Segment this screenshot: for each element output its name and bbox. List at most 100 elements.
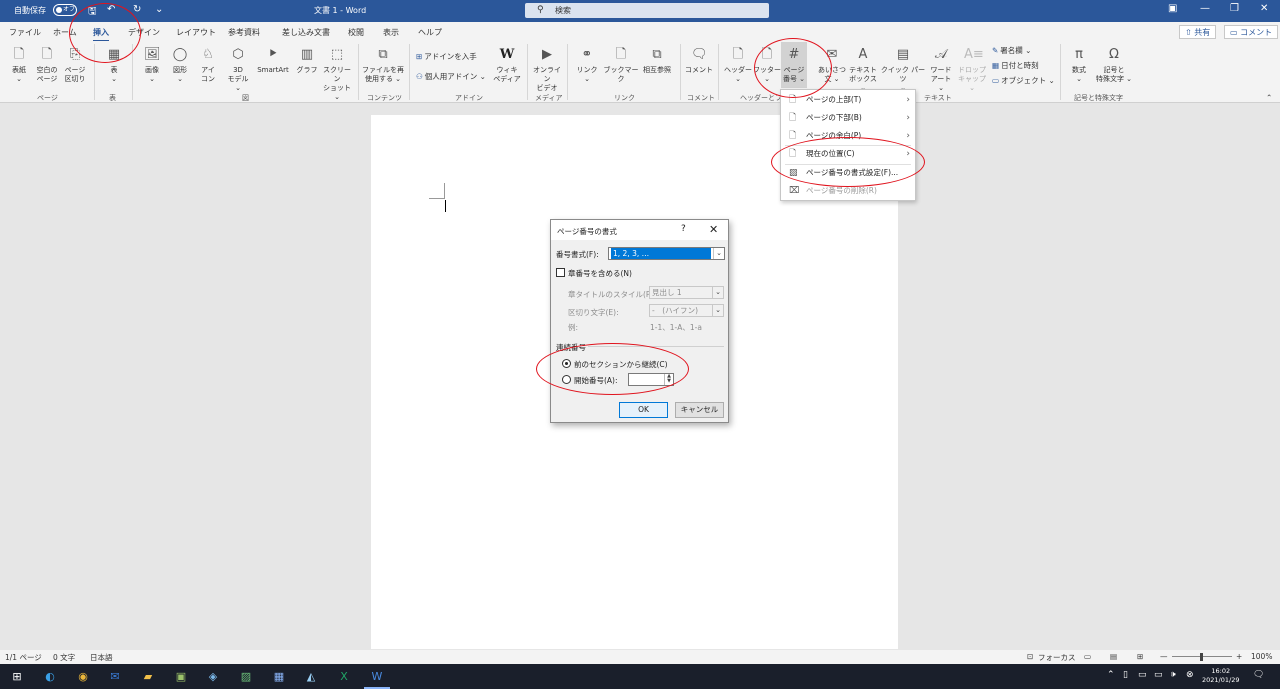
app-icon[interactable]: ◭ (302, 668, 320, 685)
cover-page-button[interactable]: 🗋 表紙 ⌄ (8, 46, 30, 84)
my-addins-button[interactable]: ⚇ 個人用アドイン ⌄ (416, 71, 486, 82)
date-time-button[interactable]: ▦ 日付と時刻 (992, 60, 1039, 71)
menu-item-bottom-of-page[interactable]: 🗋 ページの下部(B) › (781, 109, 915, 127)
greeting-button[interactable]: ✉ あいさつ 文 ⌄ (817, 46, 847, 84)
web-layout-icon[interactable]: ⊞ (1137, 652, 1143, 661)
3d-models-button[interactable]: ⬡ 3D モデル ⌄ (224, 46, 252, 93)
read-mode-icon[interactable]: ▭ (1084, 652, 1091, 661)
tab-help[interactable]: ヘルプ (418, 27, 442, 38)
app-icon[interactable]: ▣ (172, 668, 190, 685)
reuse-files-button[interactable]: ⧉ ファイルを再 使用する ⌄ (361, 46, 405, 84)
continue-radio[interactable] (562, 359, 571, 368)
clock[interactable]: 16:02 2021/01/29 (1202, 667, 1239, 685)
menu-item-format-page-numbers[interactable]: ▨ ページ番号の書式設定(F)... (781, 164, 915, 182)
chrome-icon[interactable]: ◉ (74, 668, 92, 685)
app-icon[interactable]: ▨ (237, 668, 255, 685)
smartart-button[interactable]: ⯈ SmartArt (253, 46, 293, 75)
zoom-out-icon[interactable]: — (1160, 652, 1168, 661)
share-button[interactable]: ⇧ 共有 (1179, 25, 1217, 39)
help-button[interactable]: ? (681, 224, 686, 234)
start-at-spinner[interactable]: ▲ ▼ (628, 373, 674, 386)
blank-page-button[interactable]: 🗋 空白の ページ (34, 46, 60, 84)
tab-view[interactable]: 表示 (383, 27, 399, 38)
symbol-button[interactable]: Ω 記号と 特殊文字 ⌄ (1094, 46, 1134, 84)
word-count[interactable]: 0 文字 (53, 652, 75, 663)
edge-icon[interactable]: ◐ (41, 668, 59, 685)
close-icon[interactable]: ✕ (1260, 3, 1268, 14)
menu-item-page-margins[interactable]: 🗋 ページの余白(P) › (781, 127, 915, 145)
file-explorer-icon[interactable]: ▰ (139, 668, 157, 685)
cross-reference-button[interactable]: ⧉ 相互参照 (640, 46, 674, 75)
volume-icon[interactable]: 🕩 (1170, 670, 1176, 680)
number-format-select[interactable]: 1, 2, 3, … ⌄ (608, 247, 725, 260)
save-icon[interactable]: 🖫 (88, 4, 97, 21)
minimize-icon[interactable]: — (1200, 3, 1210, 14)
include-chapter-checkbox[interactable] (556, 268, 565, 277)
wordart-button[interactable]: 𝒜 ワード アート ⌄ (927, 46, 955, 93)
new-comment-button[interactable]: 🗨 コメント (684, 46, 714, 75)
search-box[interactable]: ⚲ 検索 (525, 3, 769, 18)
notifications-icon[interactable]: 🗨 (1253, 670, 1264, 680)
signature-line-button[interactable]: ✎ 署名欄 ⌄ (992, 45, 1031, 56)
autosave-toggle[interactable]: オフ (53, 4, 77, 16)
quick-parts-button[interactable]: ▤ クイック パーツ ⌄ (880, 46, 926, 93)
ribbon-display-icon[interactable]: ▣ (1168, 3, 1177, 14)
bookmark-button[interactable]: 🗋 ブックマーク (601, 46, 641, 84)
calculator-icon[interactable]: ▦ (270, 668, 288, 685)
excel-icon[interactable]: X (335, 668, 353, 685)
wikipedia-button[interactable]: W ウィキ ペディア (492, 46, 522, 84)
language[interactable]: 日本語 (90, 652, 113, 663)
tab-review[interactable]: 校閲 (348, 27, 364, 38)
tray-icon[interactable]: ⊗ (1186, 670, 1194, 680)
equation-button[interactable]: π 数式 ⌄ (1066, 46, 1092, 84)
customize-toolbar-icon[interactable]: ⌄ (155, 4, 163, 15)
tray-icon[interactable]: ▭ (1154, 670, 1163, 680)
picture-button[interactable]: 🖼 画像 ⌄ (141, 46, 163, 84)
chart-button[interactable]: ▥ グラフ (295, 46, 319, 75)
icons-button[interactable]: ♘ アイ コン (197, 46, 219, 84)
tab-references[interactable]: 参考資料 (228, 27, 260, 38)
get-addins-button[interactable]: ⊞ アドインを入手 (416, 51, 477, 62)
chapter-style-select[interactable]: 見出し 1 ⌄ (649, 286, 724, 299)
link-button[interactable]: ⚭ リンク ⌄ (574, 46, 600, 84)
word-icon[interactable]: W (364, 668, 390, 689)
redo-icon[interactable]: ↻ (133, 4, 141, 15)
screenshot-button[interactable]: ⬚ スクリーン ショット ⌄ (320, 46, 354, 102)
menu-item-remove-page-numbers[interactable]: ⌧ ページ番号の削除(R) (781, 182, 915, 200)
focus-icon[interactable]: ⊡ (1027, 652, 1033, 661)
textbox-button[interactable]: A テキスト ボックス ⌄ (847, 46, 879, 93)
header-button[interactable]: 🗋 ヘッダー ⌄ (723, 46, 753, 84)
menu-item-top-of-page[interactable]: 🗋 ページの上部(T) › (781, 91, 915, 109)
windows-start-icon[interactable]: ⊞ (8, 668, 26, 685)
zoom-level[interactable]: 100% (1251, 652, 1272, 661)
dropcap-button[interactable]: A≡ ドロップ キャップ ⌄ (956, 46, 988, 93)
table-button[interactable]: ▦ 表 ⌄ (103, 46, 125, 84)
separator-select[interactable]: - (ハイフン) ⌄ (649, 304, 724, 317)
tab-mailings[interactable]: 差し込み文書 (282, 27, 330, 38)
page-break-button[interactable]: ⎘ ページ 区切り (63, 46, 87, 84)
cancel-button[interactable]: キャンセル (675, 402, 724, 418)
tab-insert[interactable]: 挿入 (93, 27, 109, 42)
menu-item-current-position[interactable]: 🗋 現在の位置(C) › (781, 145, 915, 163)
zoom-slider-thumb[interactable] (1200, 653, 1203, 661)
tray-icon[interactable]: ▯ (1123, 670, 1128, 680)
outlook-icon[interactable]: ✉ (106, 668, 124, 685)
app-icon[interactable]: ◈ (204, 668, 222, 685)
page-count[interactable]: 1/1 ページ (5, 652, 42, 663)
spinner-arrows-icon[interactable]: ▲ ▼ (664, 374, 673, 385)
shapes-button[interactable]: ◯ 図形 ⌄ (169, 46, 191, 84)
restore-icon[interactable]: ❐ (1230, 3, 1239, 14)
tab-home[interactable]: ホーム (53, 27, 77, 38)
tab-file[interactable]: ファイル (9, 27, 41, 38)
collapse-ribbon-icon[interactable]: ⌃ (1266, 93, 1272, 102)
tray-chevron-icon[interactable]: ⌃ (1107, 670, 1115, 680)
footer-button[interactable]: 🗋 フッター ⌄ (753, 46, 781, 84)
page-number-button[interactable]: # ページ 番号 ⌄ (781, 46, 807, 84)
undo-icon[interactable]: ↶ (107, 4, 115, 15)
object-button[interactable]: ▭ オブジェクト ⌄ (992, 75, 1055, 86)
dialog-close-icon[interactable]: ✕ (709, 223, 718, 236)
network-icon[interactable]: ▭ (1138, 670, 1147, 680)
zoom-in-icon[interactable]: + (1236, 652, 1242, 661)
tab-design[interactable]: デザイン (128, 27, 160, 38)
tab-layout[interactable]: レイアウト (176, 27, 216, 38)
